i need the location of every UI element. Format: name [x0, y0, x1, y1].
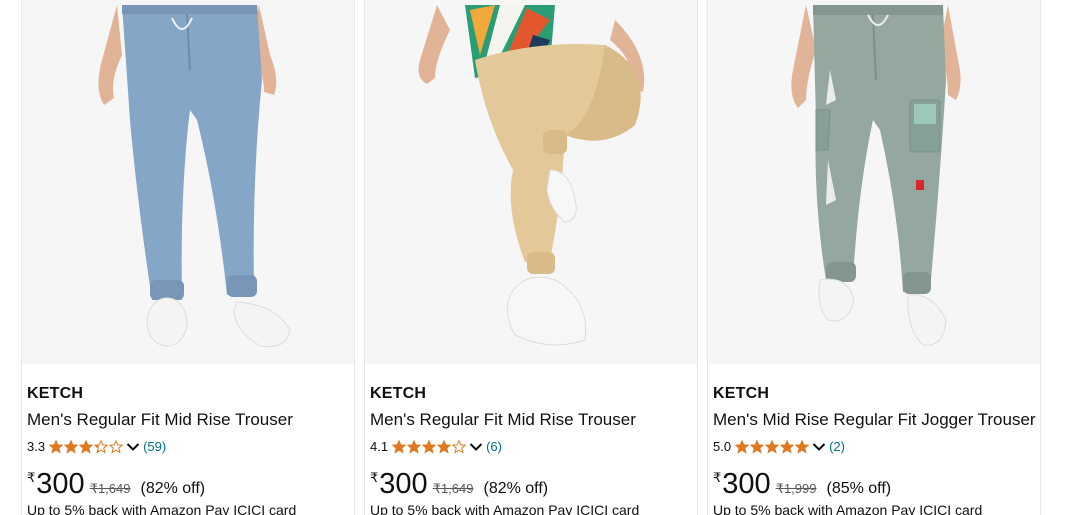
product-info: KETCH Men's Mid Rise Regular Fit Jogger … — [713, 384, 1036, 515]
star-full-icon — [422, 440, 437, 454]
star-full-icon — [49, 440, 64, 454]
star-full-icon — [735, 440, 750, 454]
currency-symbol: ₹ — [713, 470, 722, 485]
product-image[interactable] — [708, 0, 1040, 364]
product-image[interactable] — [365, 0, 697, 364]
brand-name: KETCH — [27, 385, 84, 402]
star-full-icon — [407, 440, 422, 454]
brand-name: KETCH — [713, 385, 770, 402]
star-full-icon — [79, 440, 94, 454]
mrp-strikethrough: ₹1,649 — [432, 481, 474, 496]
discount-percent: (82% off) — [483, 480, 549, 497]
star-half-icon — [452, 440, 467, 454]
rating-row: 4.1 (6) — [370, 438, 693, 456]
star-full-icon — [750, 440, 765, 454]
mrp-strikethrough: ₹1,649 — [89, 481, 131, 496]
rating-value: 3.3 — [27, 439, 46, 454]
trouser-image — [98, 5, 291, 348]
star-full-icon — [392, 440, 407, 454]
product-title-link[interactable]: Men's Regular Fit Mid Rise Trouser — [370, 409, 693, 431]
price-row[interactable]: ₹ 300 ₹1,999 (85% off) — [713, 469, 1036, 499]
brand-name: KETCH — [370, 385, 427, 402]
price-row[interactable]: ₹ 300 ₹1,649 (82% off) — [370, 469, 693, 499]
chevron-down-icon[interactable] — [469, 442, 483, 452]
price-row[interactable]: ₹ 300 ₹1,649 (82% off) — [27, 469, 350, 499]
price-value: 300 — [379, 468, 428, 500]
currency-symbol: ₹ — [370, 470, 379, 485]
rating-count-link[interactable]: (2) — [829, 438, 845, 456]
bank-offer-text: Up to 5% back with Amazon Pay ICICI card — [713, 502, 983, 515]
star-full-icon — [780, 440, 795, 454]
star-rating-icon[interactable] — [392, 440, 467, 454]
product-card[interactable]: KETCH Men's Regular Fit Mid Rise Trouser… — [364, 0, 698, 515]
product-card[interactable]: KETCH Men's Mid Rise Regular Fit Jogger … — [707, 0, 1041, 515]
bank-offer-text: Up to 5% back with Amazon Pay ICICI card — [27, 502, 297, 515]
rating-count-link[interactable]: (6) — [486, 438, 502, 456]
trouser-image — [418, 5, 645, 346]
star-rating-icon[interactable] — [49, 440, 124, 454]
price-value: 300 — [36, 468, 85, 500]
star-full-icon — [795, 440, 810, 454]
product-grid: KETCH Men's Regular Fit Mid Rise Trouser… — [0, 0, 1080, 515]
star-half-icon — [94, 440, 109, 454]
star-rating-icon[interactable] — [735, 440, 810, 454]
rating-count-link[interactable]: (59) — [143, 438, 166, 456]
star-full-icon — [437, 440, 452, 454]
star-full-icon — [64, 440, 79, 454]
product-image[interactable] — [22, 0, 354, 364]
currency-symbol: ₹ — [27, 470, 36, 485]
product-info: KETCH Men's Regular Fit Mid Rise Trouser… — [370, 384, 693, 515]
discount-percent: (85% off) — [826, 480, 892, 497]
rating-value: 5.0 — [713, 439, 732, 454]
bank-offer-text: Up to 5% back with Amazon Pay ICICI card — [370, 502, 640, 515]
star-empty-icon — [109, 440, 124, 454]
mrp-strikethrough: ₹1,999 — [775, 481, 817, 496]
rating-value: 4.1 — [370, 439, 389, 454]
chevron-down-icon[interactable] — [812, 442, 826, 452]
chevron-down-icon[interactable] — [126, 442, 140, 452]
price-value: 300 — [722, 468, 771, 500]
product-title-link[interactable]: Men's Regular Fit Mid Rise Trouser — [27, 409, 350, 431]
rating-row: 5.0 (2) — [713, 438, 1036, 456]
rating-row: 3.3 (59) — [27, 438, 350, 456]
discount-percent: (82% off) — [140, 480, 206, 497]
product-card[interactable]: KETCH Men's Regular Fit Mid Rise Trouser… — [21, 0, 355, 515]
trouser-image — [791, 5, 961, 346]
product-title-link[interactable]: Men's Mid Rise Regular Fit Jogger Trouse… — [713, 409, 1036, 431]
product-info: KETCH Men's Regular Fit Mid Rise Trouser… — [27, 384, 350, 515]
star-full-icon — [765, 440, 780, 454]
